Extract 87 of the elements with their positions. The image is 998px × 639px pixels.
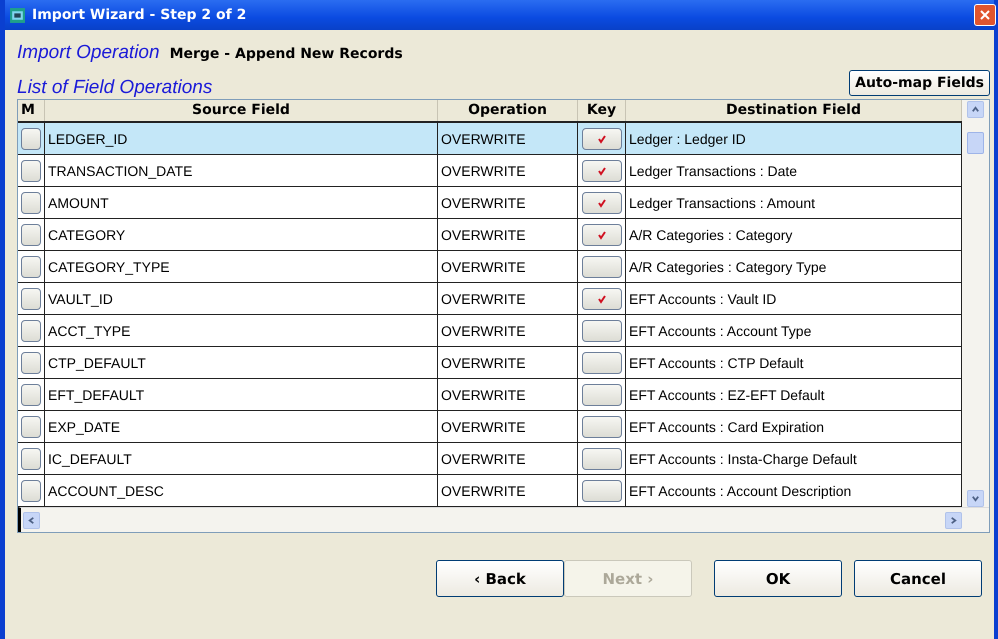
key-checkbox[interactable] (582, 224, 622, 246)
table-row[interactable]: IC_DEFAULT OVERWRITE EFT Accounts : Insta-Charge Default (18, 443, 962, 475)
table-row[interactable]: TRANSACTION_DATE OVERWRITE Ledger Transactions : Date (18, 155, 962, 187)
table-row[interactable]: ACCOUNT_DESC OVERWRITE EFT Accounts : Account Description (18, 475, 962, 507)
key-checkbox[interactable] (582, 160, 622, 182)
key-checkbox[interactable] (582, 480, 622, 502)
table-cell: OVERWRITE (438, 123, 578, 154)
table-cell: OVERWRITE (438, 315, 578, 346)
vertical-scrollbar[interactable] (962, 100, 989, 507)
m-checkbox[interactable] (21, 160, 41, 182)
table-row[interactable]: AMOUNT OVERWRITE Ledger Transactions : Amount (18, 187, 962, 219)
m-checkbox[interactable] (21, 128, 41, 150)
table-cell: OVERWRITE (438, 283, 578, 314)
column-header[interactable]: Operation (438, 100, 578, 121)
table-cell: CATEGORY_TYPE (45, 251, 438, 282)
table-row[interactable]: CATEGORY_TYPE OVERWRITE A/R Categories : Category Type (18, 251, 962, 283)
table-row[interactable]: EFT_DEFAULT OVERWRITE EFT Accounts : EZ-EFT Default (18, 379, 962, 411)
m-checkbox[interactable] (21, 384, 41, 406)
key-checkbox[interactable] (582, 288, 622, 310)
column-header[interactable]: M (18, 100, 45, 121)
key-checkbox[interactable] (582, 416, 622, 438)
m-checkbox[interactable] (21, 416, 41, 438)
auto-map-button[interactable]: Auto-map Fields (849, 70, 990, 96)
m-checkbox[interactable] (21, 448, 41, 470)
table-cell: OVERWRITE (438, 155, 578, 186)
app-icon (9, 6, 26, 24)
table-cell: CTP_DEFAULT (45, 347, 438, 378)
m-checkbox[interactable] (21, 320, 41, 342)
wizard-button[interactable]: Cancel (854, 560, 982, 597)
key-checkbox[interactable] (582, 384, 622, 406)
table-cell: OVERWRITE (438, 379, 578, 410)
window-title: Import Wizard - Step 2 of 2 (32, 7, 248, 23)
table-cell: OVERWRITE (438, 347, 578, 378)
key-checkbox[interactable] (582, 256, 622, 278)
table-row[interactable]: LEDGER_ID OVERWRITE Ledger : Ledger ID (18, 123, 962, 155)
key-checkbox[interactable] (582, 192, 622, 214)
table-cell: CATEGORY (45, 219, 438, 250)
table-row[interactable]: ACCT_TYPE OVERWRITE EFT Accounts : Account Type (18, 315, 962, 347)
column-header[interactable]: Source Field (45, 100, 438, 121)
table-cell: OVERWRITE (438, 187, 578, 218)
m-checkbox[interactable] (21, 256, 41, 278)
m-checkbox[interactable] (21, 352, 41, 374)
key-checkbox[interactable] (582, 320, 622, 342)
check-icon (596, 230, 606, 240)
m-checkbox[interactable] (21, 480, 41, 502)
scroll-thumb[interactable] (967, 132, 984, 154)
table-cell: VAULT_ID (45, 283, 438, 314)
scroll-left-button[interactable] (23, 512, 40, 528)
m-checkbox[interactable] (21, 288, 41, 310)
table-cell: EFT_DEFAULT (45, 379, 438, 410)
table-cell: TRANSACTION_DATE (45, 155, 438, 186)
key-checkbox[interactable] (582, 352, 622, 374)
table-cell: ACCOUNT_DESC (45, 475, 438, 506)
table-cell: OVERWRITE (438, 475, 578, 506)
check-icon (596, 134, 606, 144)
check-icon (596, 166, 606, 176)
key-checkbox[interactable] (582, 128, 622, 150)
horizontal-scrollbar[interactable] (18, 507, 989, 532)
import-operation-value: Merge - Append New Records (170, 46, 403, 62)
table-cell: LEDGER_ID (45, 123, 438, 154)
close-button[interactable] (974, 4, 996, 26)
m-checkbox[interactable] (21, 192, 41, 214)
check-icon (596, 294, 606, 304)
table-cell: IC_DEFAULT (45, 443, 438, 474)
table-row[interactable]: CATEGORY OVERWRITE A/R Categories : Category (18, 219, 962, 251)
table-cell: OVERWRITE (438, 411, 578, 442)
column-header[interactable]: Key (578, 100, 626, 121)
table-cell: OVERWRITE (438, 219, 578, 250)
table-cell: ACCT_TYPE (45, 315, 438, 346)
scroll-right-button[interactable] (945, 512, 962, 528)
table-row[interactable]: CTP_DEFAULT OVERWRITE EFT Accounts : CTP Default (18, 347, 962, 379)
table-cell: AMOUNT (45, 187, 438, 218)
list-heading: List of Field Operations (17, 77, 212, 99)
check-icon (596, 198, 606, 208)
scroll-up-button[interactable] (967, 101, 984, 118)
table-cell: EXP_DATE (45, 411, 438, 442)
table-cell: OVERWRITE (438, 251, 578, 282)
table-row[interactable]: EXP_DATE OVERWRITE EFT Accounts : Card Expiration (18, 411, 962, 443)
key-checkbox[interactable] (582, 448, 622, 470)
wizard-button[interactable]: ‹ Back (436, 560, 564, 597)
close-icon (979, 9, 991, 21)
table-row[interactable]: VAULT_ID OVERWRITE EFT Accounts : Vault ID (18, 283, 962, 315)
wizard-button[interactable]: OK (714, 560, 842, 597)
scroll-down-button[interactable] (967, 490, 984, 507)
m-checkbox[interactable] (21, 224, 41, 246)
table-cell: OVERWRITE (438, 443, 578, 474)
import-operation-label: Import Operation (17, 42, 160, 64)
